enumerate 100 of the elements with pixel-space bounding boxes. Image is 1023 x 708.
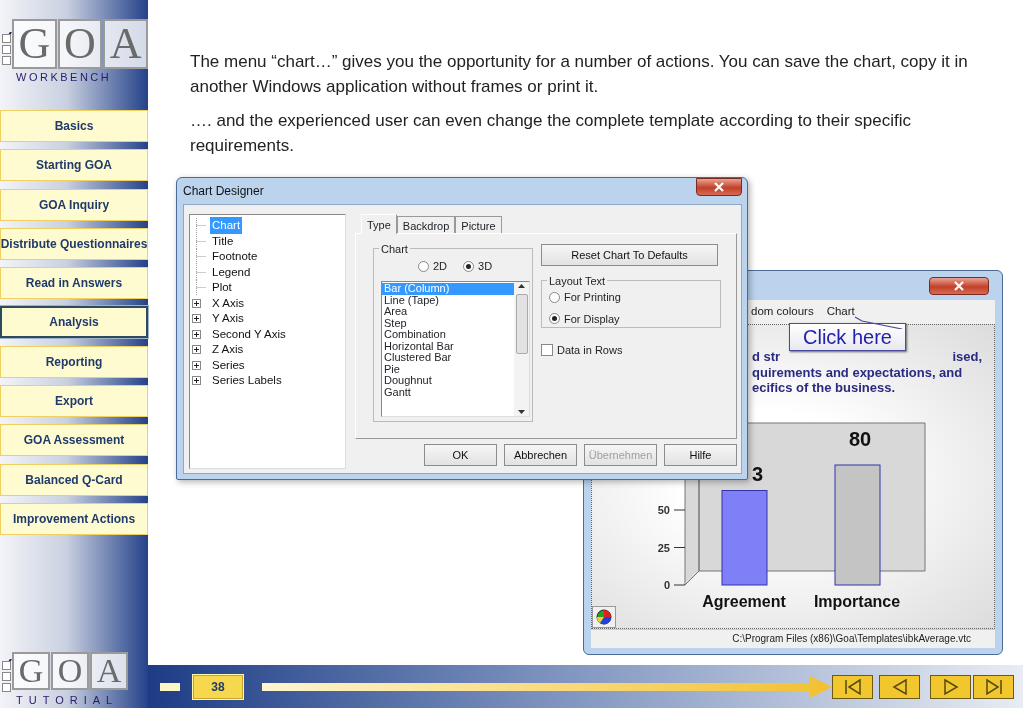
tree-item[interactable]: Y Axis bbox=[210, 310, 246, 328]
nav-arrow-button[interactable] bbox=[930, 674, 971, 699]
logo-letter: A bbox=[103, 18, 148, 69]
tree-item[interactable]: Plot bbox=[210, 279, 234, 297]
nav-button[interactable]: GOA Assessment bbox=[0, 424, 148, 457]
logo-subtitle: WORKBENCH bbox=[16, 69, 113, 85]
nav-button[interactable]: Analysis bbox=[0, 306, 148, 339]
tab[interactable]: Picture bbox=[455, 216, 502, 233]
reset-button[interactable]: Reset Chart To Defaults bbox=[541, 244, 718, 266]
y-tick-label: 0 bbox=[663, 578, 670, 591]
status-path: C:\Program Files (x86)\Goa\Templates\ibkAverage.vtc bbox=[732, 632, 971, 647]
category-label: Agreement bbox=[702, 592, 786, 610]
close-button[interactable] bbox=[696, 178, 742, 196]
dialog-button[interactable]: OK bbox=[424, 444, 497, 466]
expand-icon[interactable] bbox=[192, 298, 201, 308]
logo-letter: O bbox=[51, 651, 89, 690]
tree-item[interactable]: Series Labels bbox=[210, 372, 284, 390]
radio-button[interactable] bbox=[463, 260, 475, 272]
list-item[interactable]: Area bbox=[382, 306, 514, 318]
radio-option[interactable]: 3D bbox=[463, 257, 493, 275]
nav-button[interactable]: GOA Inquiry bbox=[0, 188, 148, 221]
category-label: Importance bbox=[813, 592, 901, 610]
dialog-button[interactable]: Hilfe bbox=[664, 444, 737, 466]
list-item[interactable]: Line (Tape) bbox=[382, 294, 514, 306]
nav-button[interactable]: Starting GOA bbox=[0, 149, 148, 182]
radio-label: 3D bbox=[478, 258, 493, 274]
radio-label: For Printing bbox=[564, 290, 621, 305]
value-label: 3 bbox=[752, 463, 764, 484]
nav-button[interactable]: Distribute Questionnaires bbox=[0, 227, 148, 260]
nav-arrow-button[interactable] bbox=[973, 674, 1014, 699]
tree-item[interactable]: Title bbox=[210, 232, 236, 250]
nav-button[interactable]: Balanced Q-Card bbox=[0, 463, 148, 496]
logo-letter: O bbox=[57, 18, 103, 69]
checkbox[interactable] bbox=[541, 344, 553, 357]
tick-mark bbox=[673, 509, 686, 511]
list-item[interactable]: Doughnut bbox=[382, 375, 514, 387]
nav-button[interactable]: Reporting bbox=[0, 345, 148, 378]
nav-arrow-button[interactable] bbox=[832, 674, 873, 699]
window-title: Chart Designer bbox=[183, 183, 264, 200]
chart-heading-text: quirements and expectations, and bbox=[752, 364, 963, 381]
nav-button[interactable]: Read in Answers bbox=[0, 267, 148, 300]
chart-heading-text: d str bbox=[752, 349, 781, 365]
intro-paragraph: The menu “chart…” gives you the opportunity for a number of actions. You can save the chart, copy it in another Windows application without frames or print it. bbox=[190, 51, 969, 98]
list-item[interactable]: Clustered Bar bbox=[382, 352, 514, 364]
nav-arrow-button[interactable] bbox=[879, 674, 920, 699]
scrollbar[interactable] bbox=[514, 282, 529, 416]
footer-marker bbox=[160, 682, 180, 691]
chart-type-list[interactable]: Bar (Column) Line (Tape) Area Step Combination Horizontal Bar Clustered Bar Pie Doughnut Gantt bbox=[381, 281, 530, 417]
close-icon bbox=[714, 182, 724, 192]
tick-mark bbox=[673, 546, 686, 548]
menu-item[interactable]: dom colours bbox=[751, 303, 814, 321]
last-page-icon bbox=[983, 677, 1004, 696]
leader-line bbox=[854, 315, 904, 330]
expand-icon[interactable] bbox=[192, 376, 201, 386]
first-page-icon bbox=[842, 677, 863, 696]
radio-label: 2D bbox=[433, 258, 448, 274]
close-button[interactable] bbox=[929, 277, 989, 295]
value-label: 80 bbox=[849, 428, 872, 449]
nav-button[interactable]: Export bbox=[0, 385, 148, 418]
radio-option[interactable]: 2D bbox=[418, 257, 448, 275]
tick-mark bbox=[673, 584, 686, 586]
scroll-down-icon[interactable] bbox=[518, 410, 525, 414]
expand-icon[interactable] bbox=[192, 345, 201, 355]
tree-item[interactable]: Legend bbox=[210, 263, 253, 281]
dialog-button[interactable]: Abbrechen bbox=[504, 444, 577, 466]
scroll-thumb[interactable] bbox=[515, 294, 528, 354]
nav-button[interactable]: Basics bbox=[0, 110, 148, 142]
list-item[interactable]: Pie bbox=[382, 363, 514, 375]
radio-button[interactable] bbox=[549, 291, 560, 303]
expand-icon[interactable] bbox=[192, 329, 201, 339]
list-item[interactable]: Gantt bbox=[382, 386, 514, 398]
scroll-up-icon[interactable] bbox=[518, 284, 525, 288]
pie-chart-icon bbox=[596, 608, 612, 625]
menu-item[interactable]: Chart bbox=[826, 303, 855, 321]
tree-item[interactable]: X Axis bbox=[210, 294, 246, 312]
logo-letter: G bbox=[12, 651, 50, 690]
y-tick-label: 25 bbox=[657, 541, 670, 554]
checkbox-label: Data in Rows bbox=[557, 343, 623, 358]
list-item[interactable]: Horizontal Bar bbox=[382, 340, 514, 352]
radio-label: For Display bbox=[564, 311, 620, 327]
tab[interactable]: Type bbox=[361, 214, 397, 234]
list-item[interactable]: Step bbox=[382, 317, 514, 329]
radio-option[interactable]: For Display bbox=[549, 310, 716, 327]
radio-button[interactable] bbox=[418, 260, 429, 272]
tree-item[interactable]: Z Axis bbox=[210, 341, 246, 359]
list-item[interactable]: Combination bbox=[382, 329, 514, 341]
chart-type-button[interactable] bbox=[592, 605, 616, 628]
tree-item[interactable]: Series bbox=[210, 356, 247, 374]
page-number: 38 bbox=[193, 674, 243, 699]
tree-item[interactable]: Second Y Axis bbox=[210, 325, 288, 343]
expand-icon[interactable] bbox=[192, 314, 201, 324]
logo-subtitle: TUTORIAL bbox=[16, 692, 120, 708]
radio-button[interactable] bbox=[549, 313, 560, 325]
expand-icon[interactable] bbox=[192, 360, 201, 370]
tree-item[interactable]: Footnote bbox=[210, 248, 260, 266]
nav-button[interactable]: Improvement Actions bbox=[0, 502, 148, 535]
radio-option[interactable]: For Printing bbox=[549, 289, 716, 306]
close-icon bbox=[954, 281, 964, 291]
checkbox-option[interactable]: Data in Rows bbox=[541, 342, 721, 359]
tab[interactable]: Backdrop bbox=[396, 216, 456, 233]
